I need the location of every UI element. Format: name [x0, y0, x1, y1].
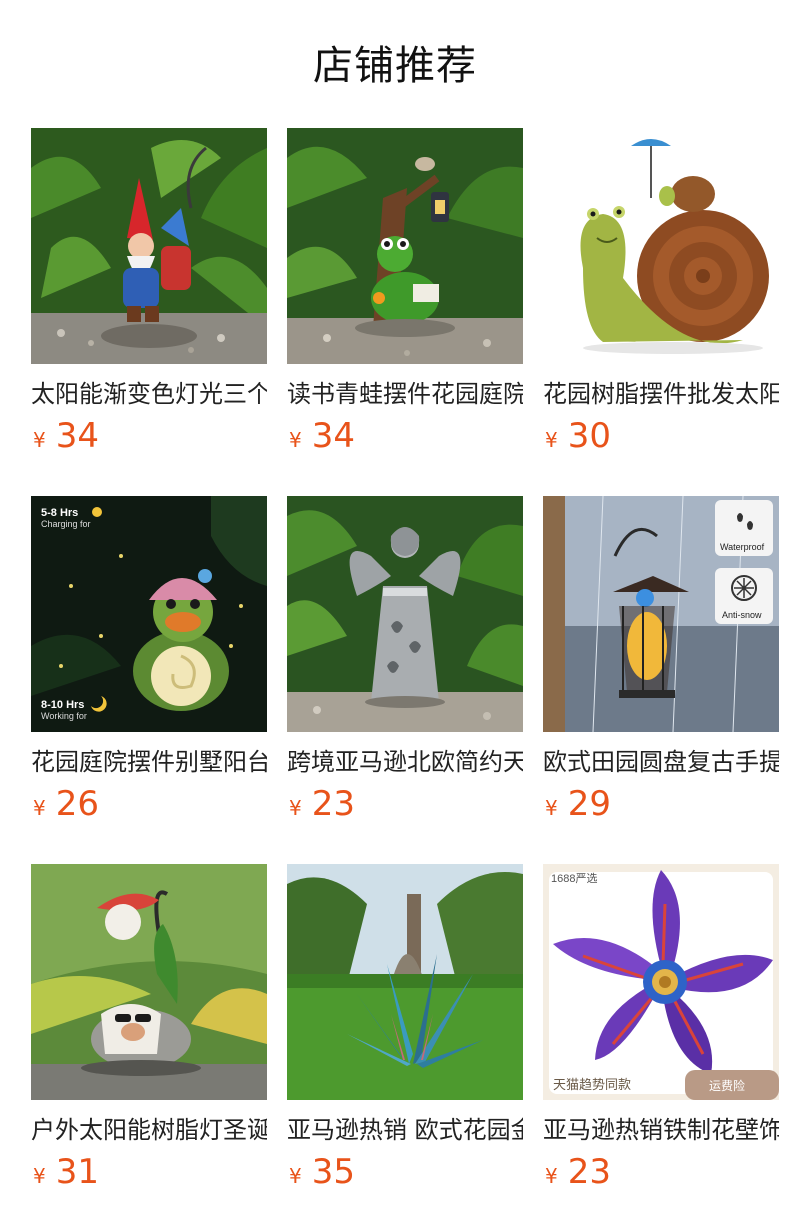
product-name[interactable]: 花园树脂摆件批发太阳能蜗牛	[543, 378, 779, 410]
yanxuan-label: 1688严选	[551, 872, 597, 885]
product-card[interactable]: 亚马逊热销 欧式花园金属龙舌兰 ¥35	[287, 864, 523, 1232]
working-for-label: Working for	[41, 711, 87, 721]
product-card[interactable]: 1688严选 天猫趋势同款 运费险 亚马逊热销铁制花壁饰 ¥ 23	[543, 864, 779, 1232]
product-name[interactable]: 亚马逊热销铁制花壁饰	[543, 1114, 779, 1146]
product-card[interactable]: 太阳能渐变色灯光三个小矮人花园摆件 ¥34	[31, 128, 267, 496]
product-card[interactable]: 跨境亚马逊北欧简约天使雕像 ¥23	[287, 496, 523, 864]
tmall-trend-label: 天猫趋势同款	[553, 1077, 631, 1092]
price-amount: 23	[311, 784, 355, 824]
waterproof-label: Waterproof	[720, 542, 765, 552]
product-price: ¥34	[31, 416, 267, 456]
product-image-snail[interactable]	[543, 128, 779, 364]
price-amount: 30	[567, 416, 611, 456]
product-image-gnome-flower-lamp[interactable]	[31, 864, 267, 1100]
product-name[interactable]: 读书青蛙摆件花园庭院太阳能灯	[287, 378, 523, 410]
product-card[interactable]: 花园树脂摆件批发太阳能蜗牛 ¥30	[543, 128, 779, 496]
price-amount: 34	[311, 416, 355, 456]
product-card[interactable]: Waterproof Anti-snow 欧式田园圆盘复古手提太阳能灯 ¥29	[543, 496, 779, 864]
product-image-metal-flower[interactable]: 1688严选 天猫趋势同款 运费险	[543, 864, 779, 1100]
charging-hours-label: 5-8 Hrs	[41, 507, 78, 519]
product-name[interactable]: 亚马逊热销 欧式花园金属龙舌兰	[287, 1114, 523, 1146]
product-image-frog-reading[interactable]	[287, 128, 523, 364]
product-name[interactable]: 太阳能渐变色灯光三个小矮人花园摆件	[31, 378, 267, 410]
price-amount: 35	[311, 1152, 355, 1192]
working-hours-label: 8-10 Hrs	[41, 699, 84, 711]
price-amount: 34	[55, 416, 99, 456]
product-image-angel-statue[interactable]	[287, 496, 523, 732]
page-title: 店铺推荐	[313, 43, 477, 89]
price-amount: 31	[55, 1152, 99, 1192]
price-amount: 26	[55, 784, 99, 824]
product-card[interactable]: 读书青蛙摆件花园庭院太阳能灯 ¥34	[287, 128, 523, 496]
product-card[interactable]: 户外太阳能树脂灯圣诞小矮人 ¥31	[31, 864, 267, 1232]
product-image-hanging-lantern[interactable]: Waterproof Anti-snow	[543, 496, 779, 732]
currency-symbol: ¥	[33, 796, 46, 820]
product-grid: 太阳能渐变色灯光三个小矮人花园摆件 ¥34	[31, 128, 779, 1232]
product-price: ¥26	[31, 784, 267, 824]
product-name[interactable]: 花园庭院摆件别墅阳台太阳能青蛙灯	[31, 746, 267, 778]
product-image-gnome-statue[interactable]	[31, 128, 267, 364]
price-amount: 23	[567, 1152, 611, 1192]
charging-for-label: Charging for	[41, 519, 91, 529]
product-image-metal-agave[interactable]	[287, 864, 523, 1100]
product-price: ¥31	[31, 1152, 267, 1192]
currency-symbol: ¥	[289, 1164, 302, 1188]
currency-symbol: ¥	[289, 428, 302, 452]
product-price: ¥34	[287, 416, 523, 456]
currency-symbol: ¥	[545, 1164, 558, 1188]
currency-symbol: ¥	[33, 428, 46, 452]
product-price: ¥30	[543, 416, 779, 456]
currency-symbol: ¥	[289, 796, 302, 820]
shipping-insurance-label: 运费险	[709, 1078, 745, 1093]
product-name[interactable]: 户外太阳能树脂灯圣诞小矮人	[31, 1114, 267, 1146]
product-card[interactable]: 5-8 Hrs Charging for 8-10 Hrs Working fo…	[31, 496, 267, 864]
product-price: ¥35	[287, 1152, 523, 1192]
currency-symbol: ¥	[33, 1164, 46, 1188]
currency-symbol: ¥	[545, 796, 558, 820]
product-name[interactable]: 跨境亚马逊北欧简约天使雕像	[287, 746, 523, 778]
product-price: ¥29	[543, 784, 779, 824]
product-price: ¥23	[287, 784, 523, 824]
price-amount: 29	[567, 784, 611, 824]
product-price: ¥23	[543, 1152, 779, 1192]
anti-snow-label: Anti-snow	[722, 610, 762, 620]
product-name[interactable]: 欧式田园圆盘复古手提太阳能灯	[543, 746, 779, 778]
product-image-frog-night-light[interactable]: 5-8 Hrs Charging for 8-10 Hrs Working fo…	[31, 496, 267, 732]
currency-symbol: ¥	[545, 428, 558, 452]
